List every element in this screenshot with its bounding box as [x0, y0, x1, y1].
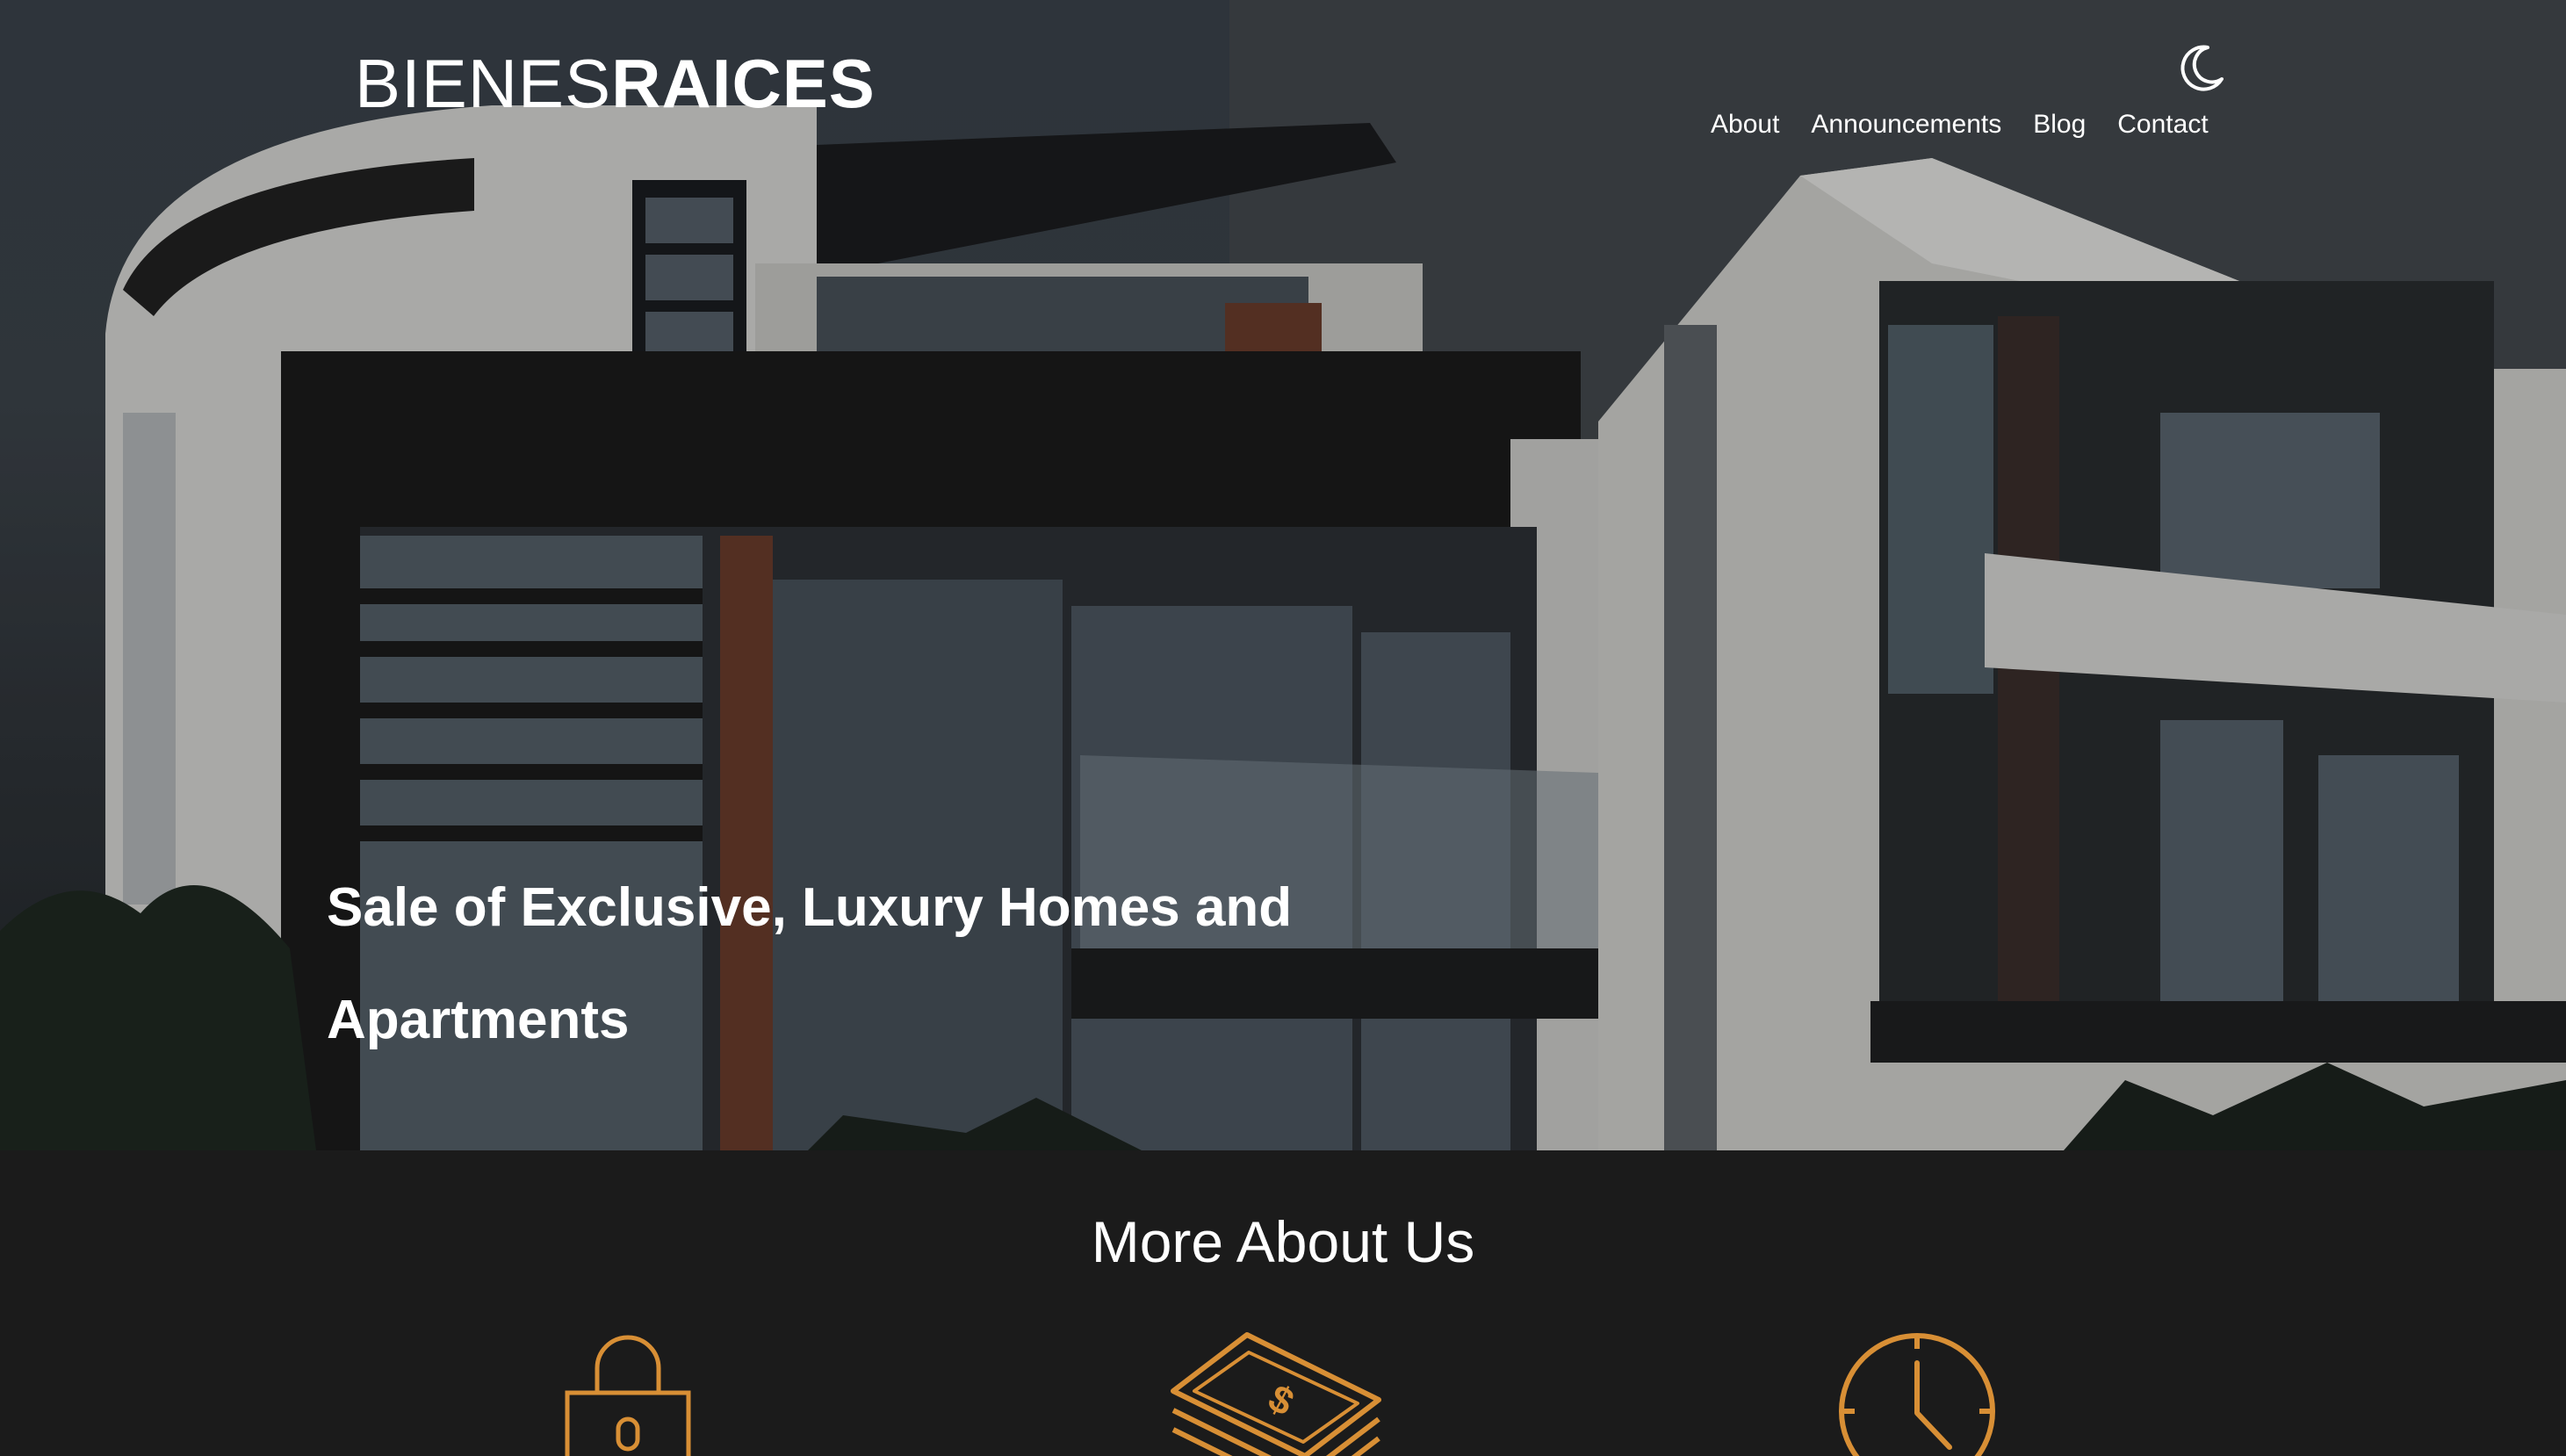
nav-link-announcements[interactable]: Announcements — [1811, 110, 2001, 140]
logo-light-text: BIENES — [355, 45, 612, 122]
hero-section: BIENESRAICES About Announcements Blog Co… — [0, 0, 2566, 1150]
section-title: More About Us — [1091, 1209, 1475, 1274]
dark-mode-toggle[interactable] — [2176, 44, 2225, 93]
hero-title: Sale of Exclusive, Luxury Homes and Apar… — [327, 877, 1293, 1050]
moon-icon — [2180, 45, 2224, 91]
nav-link-blog[interactable]: Blog — [2033, 110, 2086, 140]
clock-icon — [1839, 1333, 1995, 1456]
logo-bold-text: RAICES — [611, 45, 876, 122]
main-navigation: About Announcements Blog Contact — [1711, 107, 2209, 142]
svg-text:$: $ — [1261, 1376, 1301, 1424]
more-about-us-section: More About Us $ — [0, 1150, 2566, 1456]
lock-icon — [565, 1335, 691, 1456]
site-logo[interactable]: BIENESRAICES — [355, 49, 876, 118]
nav-link-about[interactable]: About — [1711, 110, 1779, 140]
nav-link-contact[interactable]: Contact — [2117, 110, 2208, 140]
money-stack-icon: $ — [1171, 1332, 1381, 1456]
